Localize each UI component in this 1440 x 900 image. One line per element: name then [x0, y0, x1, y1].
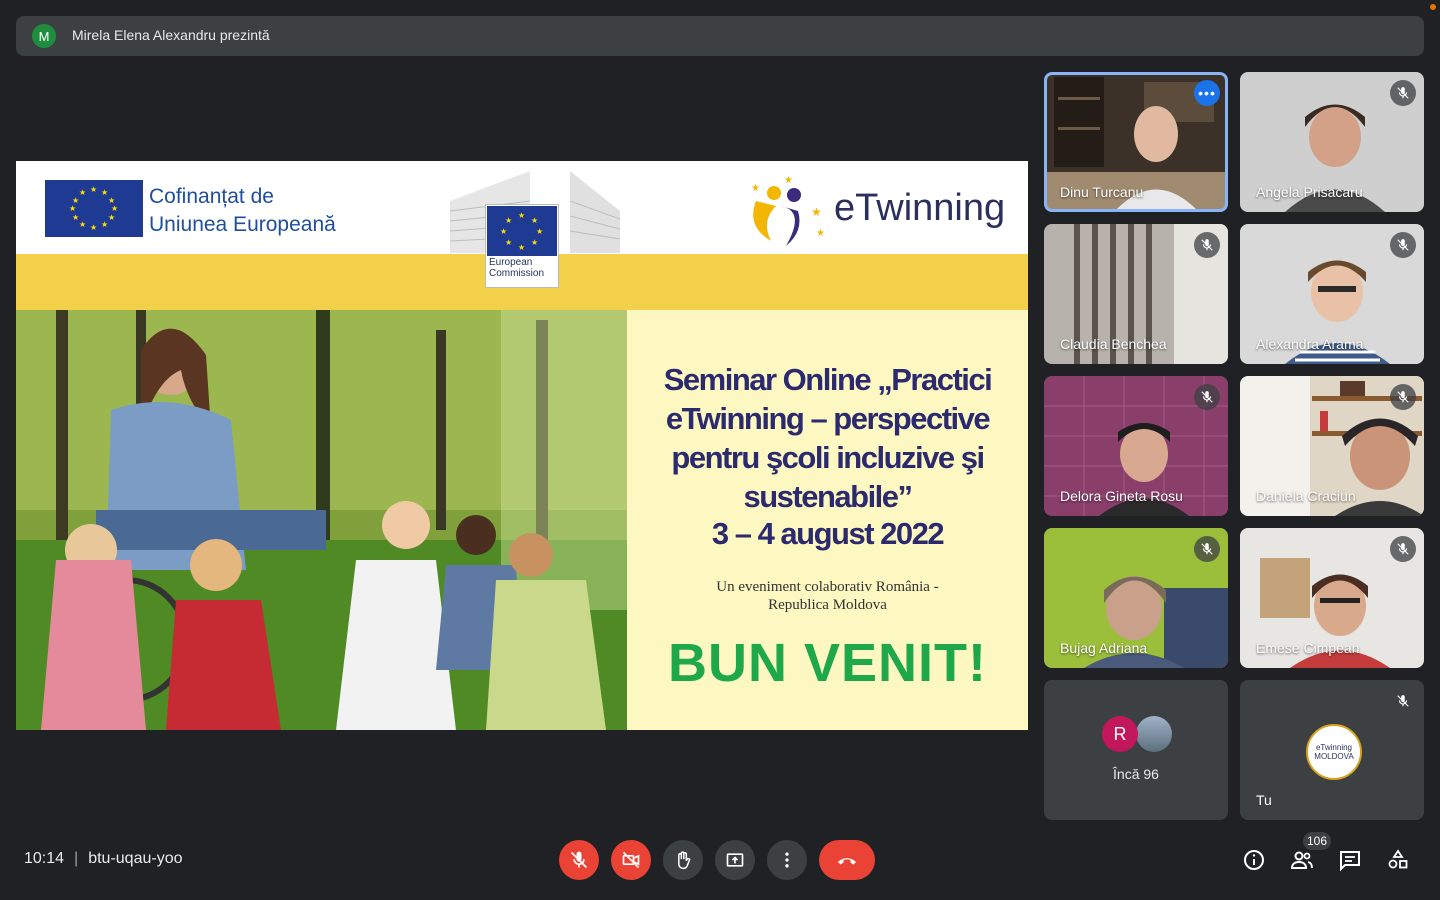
participant-tile[interactable]: Emese Cimpean — [1240, 528, 1424, 668]
ec-flag-icon: ★ ★ ★ ★ ★ ★ ★ ★ — [487, 206, 557, 256]
eu-text-line2: Uniunea Europeană — [149, 213, 336, 236]
etwinning-moldova-logo: eTwinning MOLDOVA — [1306, 724, 1362, 780]
participant-tile[interactable]: ••• Dinu Turcanu — [1044, 72, 1228, 212]
self-tile[interactable]: eTwinning MOLDOVA Tu — [1240, 680, 1424, 820]
seminar-title-line3: pentru şcoli incluzive şi — [671, 440, 985, 475]
participant-tile[interactable]: Daniela Craciun — [1240, 376, 1424, 516]
mic-off-icon — [1194, 536, 1220, 562]
microphone-toggle-button[interactable] — [559, 840, 599, 880]
participant-name: Angela Prisacaru — [1256, 184, 1363, 200]
mic-off-icon — [1390, 688, 1416, 714]
self-label: Tu — [1256, 792, 1272, 808]
participant-tile[interactable]: Bujag Adriana — [1044, 528, 1228, 668]
svg-text:★: ★ — [751, 183, 760, 194]
mic-off-icon — [1194, 232, 1220, 258]
separator: | — [74, 850, 79, 867]
info-icon — [1244, 850, 1264, 870]
seminar-title-line4: sustenabile” — [743, 479, 913, 514]
european-commission-logo: ★ ★ ★ ★ ★ ★ ★ ★ European Commission — [485, 204, 559, 288]
participant-name: Alexandra Arama — [1256, 336, 1364, 352]
seminar-subtitle: Un eveniment colaborativ România - Repub… — [687, 578, 968, 614]
children-outdoor-photo — [16, 310, 627, 730]
presenter-label: Mirela Elena Alexandru prezintă — [72, 27, 270, 43]
camera-toggle-button[interactable] — [611, 840, 651, 880]
seminar-subtitle-line2: Republica Moldova — [768, 597, 887, 613]
eu-cofinancing-text: Cofinanțat de Uniunea Europeană — [149, 183, 336, 239]
svg-text:★: ★ — [784, 175, 793, 186]
activities-icon — [1388, 849, 1408, 869]
seminar-title-line2: eTwinning – perspective — [665, 401, 991, 436]
slide-photo — [16, 310, 627, 730]
ec-label-line2: Commission — [489, 268, 545, 279]
eu-text-line1: Cofinanțat de — [149, 185, 274, 208]
ec-label-line1: European — [489, 257, 533, 268]
meeting-details: 10:14 | btu-uqau-yoo — [24, 850, 183, 868]
mic-off-icon — [1390, 536, 1416, 562]
people-count-badge: 106 — [1303, 832, 1331, 850]
welcome-text: BUN VENIT! — [668, 633, 987, 693]
participant-name: Delora Gineta Rosu — [1060, 488, 1183, 504]
raise-hand-icon — [678, 851, 691, 870]
participant-tile[interactable]: Angela Prisacaru — [1240, 72, 1424, 212]
present-screen-button[interactable] — [715, 840, 755, 880]
mic-off-icon — [1390, 384, 1416, 410]
present-icon — [726, 853, 744, 867]
mic-off-icon — [1390, 80, 1416, 106]
ec-label: European Commission — [489, 257, 544, 279]
participant-tile[interactable]: Delora Gineta Rosu — [1044, 376, 1228, 516]
shared-slide: ★ ★ ★ ★ ★ ★ ★ ★ ★ ★ ★ ★ Cofinanțat de Un… — [16, 161, 1028, 730]
participant-tile[interactable]: Claudia Benchea — [1044, 224, 1228, 364]
raise-hand-button[interactable] — [663, 840, 703, 880]
slide-text-panel: Seminar Online „Practici eTwinning – per… — [627, 310, 1028, 730]
clock-time: 10:14 — [24, 850, 65, 867]
mic-off-icon — [570, 851, 588, 869]
svg-text:★: ★ — [811, 205, 822, 219]
people-button[interactable] — [1289, 847, 1315, 873]
participant-name: Claudia Benchea — [1060, 336, 1167, 352]
leave-call-button[interactable] — [819, 840, 875, 880]
meeting-details-button[interactable] — [1241, 847, 1267, 873]
more-options-button[interactable] — [767, 840, 807, 880]
more-participants-tile[interactable]: R Încă 96 — [1044, 680, 1228, 820]
participant-name: Dinu Turcanu — [1060, 184, 1144, 200]
seminar-title: Seminar Online „Practici eTwinning – per… — [627, 360, 1028, 516]
status-dot — [1430, 4, 1436, 10]
participant-name: Daniela Craciun — [1256, 488, 1356, 504]
mic-off-icon — [1194, 384, 1220, 410]
hang-up-icon — [838, 858, 856, 865]
meeting-code: btu-uqau-yoo — [88, 850, 183, 867]
etwinning-brand-text: eTwinning — [834, 187, 1006, 229]
seminar-subtitle-line1: Un eveniment colaborativ România - — [716, 579, 939, 595]
people-icon — [1290, 851, 1313, 869]
camera-off-icon — [622, 851, 640, 869]
participant-avatar-image — [1136, 716, 1172, 752]
svg-text:★: ★ — [816, 228, 825, 239]
etwinning-logo-icon: ★ ★ ★ ★ — [751, 175, 825, 246]
seminar-title-line1: Seminar Online „Practici — [663, 362, 993, 397]
seminar-date: 3 – 4 august 2022 — [711, 516, 945, 551]
activities-button[interactable] — [1385, 847, 1411, 873]
eu-flag-icon: ★ ★ ★ ★ ★ ★ ★ ★ ★ ★ ★ ★ — [45, 180, 143, 237]
participant-tile[interactable]: Alexandra Arama — [1240, 224, 1424, 364]
more-vert-icon — [785, 852, 789, 868]
chat-icon — [1340, 851, 1360, 872]
more-participants-label: Încă 96 — [1113, 766, 1159, 782]
more-options-icon[interactable]: ••• — [1194, 80, 1220, 106]
chat-button[interactable] — [1337, 847, 1363, 873]
mic-off-icon — [1390, 232, 1416, 258]
presenter-avatar: M — [32, 24, 56, 48]
participant-name: Emese Cimpean — [1256, 640, 1360, 656]
presenter-bar: M Mirela Elena Alexandru prezintă — [16, 16, 1424, 56]
participant-avatar: R — [1102, 716, 1138, 752]
participant-name: Bujag Adriana — [1060, 640, 1148, 656]
